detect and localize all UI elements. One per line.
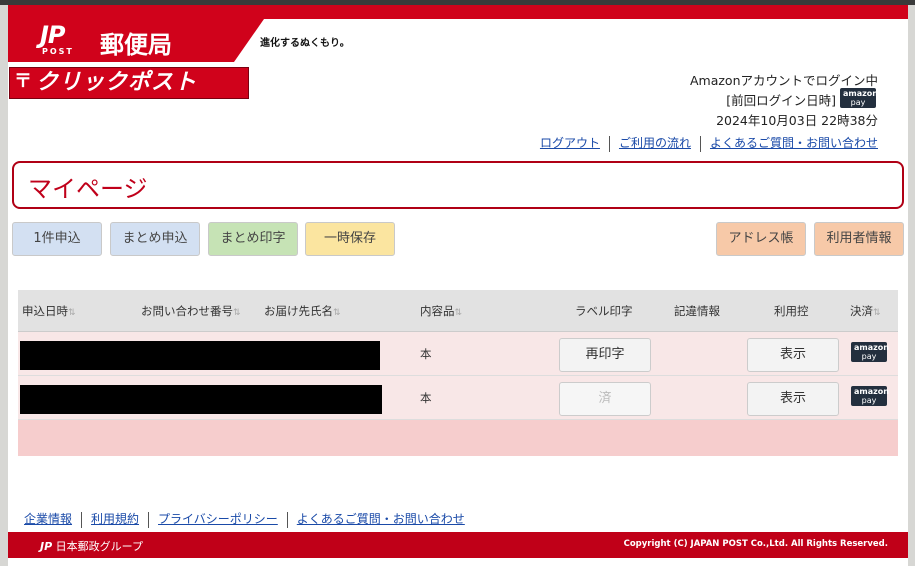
redacted-block bbox=[20, 385, 382, 414]
japan-post-logo[interactable]: JP POST 郵便局 bbox=[8, 19, 264, 62]
logout-link[interactable]: ログアウト bbox=[540, 136, 600, 150]
amazon-pay-icon: amazon pay bbox=[840, 88, 878, 108]
usage-flow-link[interactable]: ご利用の流れ bbox=[619, 136, 691, 150]
col-apply-datetime[interactable]: 申込日時⇅ bbox=[22, 303, 76, 319]
company-info-link[interactable]: 企業情報 bbox=[24, 512, 72, 526]
col-tracking-number[interactable]: お問い合わせ番号⇅ bbox=[141, 303, 241, 319]
view-receipt-button[interactable]: 表示 bbox=[747, 338, 839, 372]
user-info-button[interactable]: 利用者情報 bbox=[814, 222, 904, 256]
col-receipt: 利用控 bbox=[774, 304, 809, 318]
clickpost-logo[interactable]: 〒 クリックポスト bbox=[9, 67, 249, 99]
redacted-block bbox=[20, 341, 380, 370]
postal-mark-icon: 〒 bbox=[14, 71, 32, 92]
reprint-button[interactable]: 再印字 bbox=[559, 338, 651, 372]
col-payment[interactable]: 決済⇅ bbox=[850, 303, 881, 319]
sort-icon: ⇅ bbox=[873, 308, 881, 318]
sort-icon: ⇅ bbox=[333, 308, 341, 318]
amazon-pay-icon: amazon pay bbox=[851, 385, 889, 407]
japan-post-group-logo: JP 日本郵政グループ bbox=[40, 540, 143, 553]
faq-contact-link[interactable]: よくあるご質問・お問い合わせ bbox=[297, 512, 465, 526]
service-name: クリックポスト bbox=[36, 70, 198, 95]
table-header: 申込日時⇅ お問い合わせ番号⇅ お届け先氏名⇅ 内容品⇅ ラベル印字 記違情報 … bbox=[18, 290, 898, 332]
contents-cell: 本 bbox=[420, 391, 432, 405]
last-login-datetime: 2024年10月03日 22時38分 bbox=[716, 113, 878, 128]
faq-contact-link[interactable]: よくあるご質問・お問い合わせ bbox=[710, 136, 878, 150]
top-links: ログアウト ご利用の流れ よくあるご質問・お問い合わせ bbox=[540, 134, 878, 152]
address-book-button[interactable]: アドレス帳 bbox=[716, 222, 806, 256]
col-contents[interactable]: 内容品⇅ bbox=[420, 303, 462, 319]
table-footer-bar bbox=[18, 420, 898, 456]
col-label-print: ラベル印字 bbox=[575, 304, 633, 318]
table-row: 本 再印字 表示 amazon pay bbox=[18, 332, 898, 376]
bulk-print-button[interactable]: まとめ印字 bbox=[208, 222, 298, 256]
copyright: Copyright (C) JAPAN POST Co.,Ltd. All Ri… bbox=[623, 539, 888, 549]
contents-cell: 本 bbox=[420, 347, 432, 361]
jp-mark: JP bbox=[40, 21, 66, 49]
header-red-band bbox=[8, 5, 908, 19]
page-title: マイページ bbox=[28, 175, 148, 203]
single-apply-button[interactable]: 1件申込 bbox=[12, 222, 102, 256]
footer-links: 企業情報 利用規約 プライバシーポリシー よくあるご質問・お問い合わせ bbox=[24, 510, 465, 528]
tagline: 進化するぬくもり。 bbox=[260, 38, 350, 49]
bulk-apply-button[interactable]: まとめ申込 bbox=[110, 222, 200, 256]
amazon-pay-icon: amazon pay bbox=[851, 341, 889, 363]
col-recipient-name[interactable]: お届け先氏名⇅ bbox=[264, 303, 341, 319]
footer-bar: JP 日本郵政グループ Copyright (C) JAPAN POST Co.… bbox=[8, 532, 908, 558]
save-draft-button[interactable]: 一時保存 bbox=[305, 222, 395, 256]
org-name: 郵便局 bbox=[100, 31, 172, 59]
sort-icon: ⇅ bbox=[68, 308, 76, 318]
terms-link[interactable]: 利用規約 bbox=[91, 512, 139, 526]
sort-icon: ⇅ bbox=[233, 308, 241, 318]
page-title-box: マイページ bbox=[12, 161, 904, 209]
sort-icon: ⇅ bbox=[454, 308, 463, 318]
privacy-policy-link[interactable]: プライバシーポリシー bbox=[158, 512, 278, 526]
printed-done-button: 済 bbox=[559, 382, 651, 416]
table-row: 本 済 表示 amazon pay bbox=[18, 376, 898, 420]
page: JP POST 郵便局 進化するぬくもり。 〒 クリックポスト Amazonアカ… bbox=[8, 5, 908, 566]
col-record-info: 記違情報 bbox=[674, 304, 720, 318]
view-receipt-button[interactable]: 表示 bbox=[747, 382, 839, 416]
post-word: POST bbox=[42, 47, 74, 56]
